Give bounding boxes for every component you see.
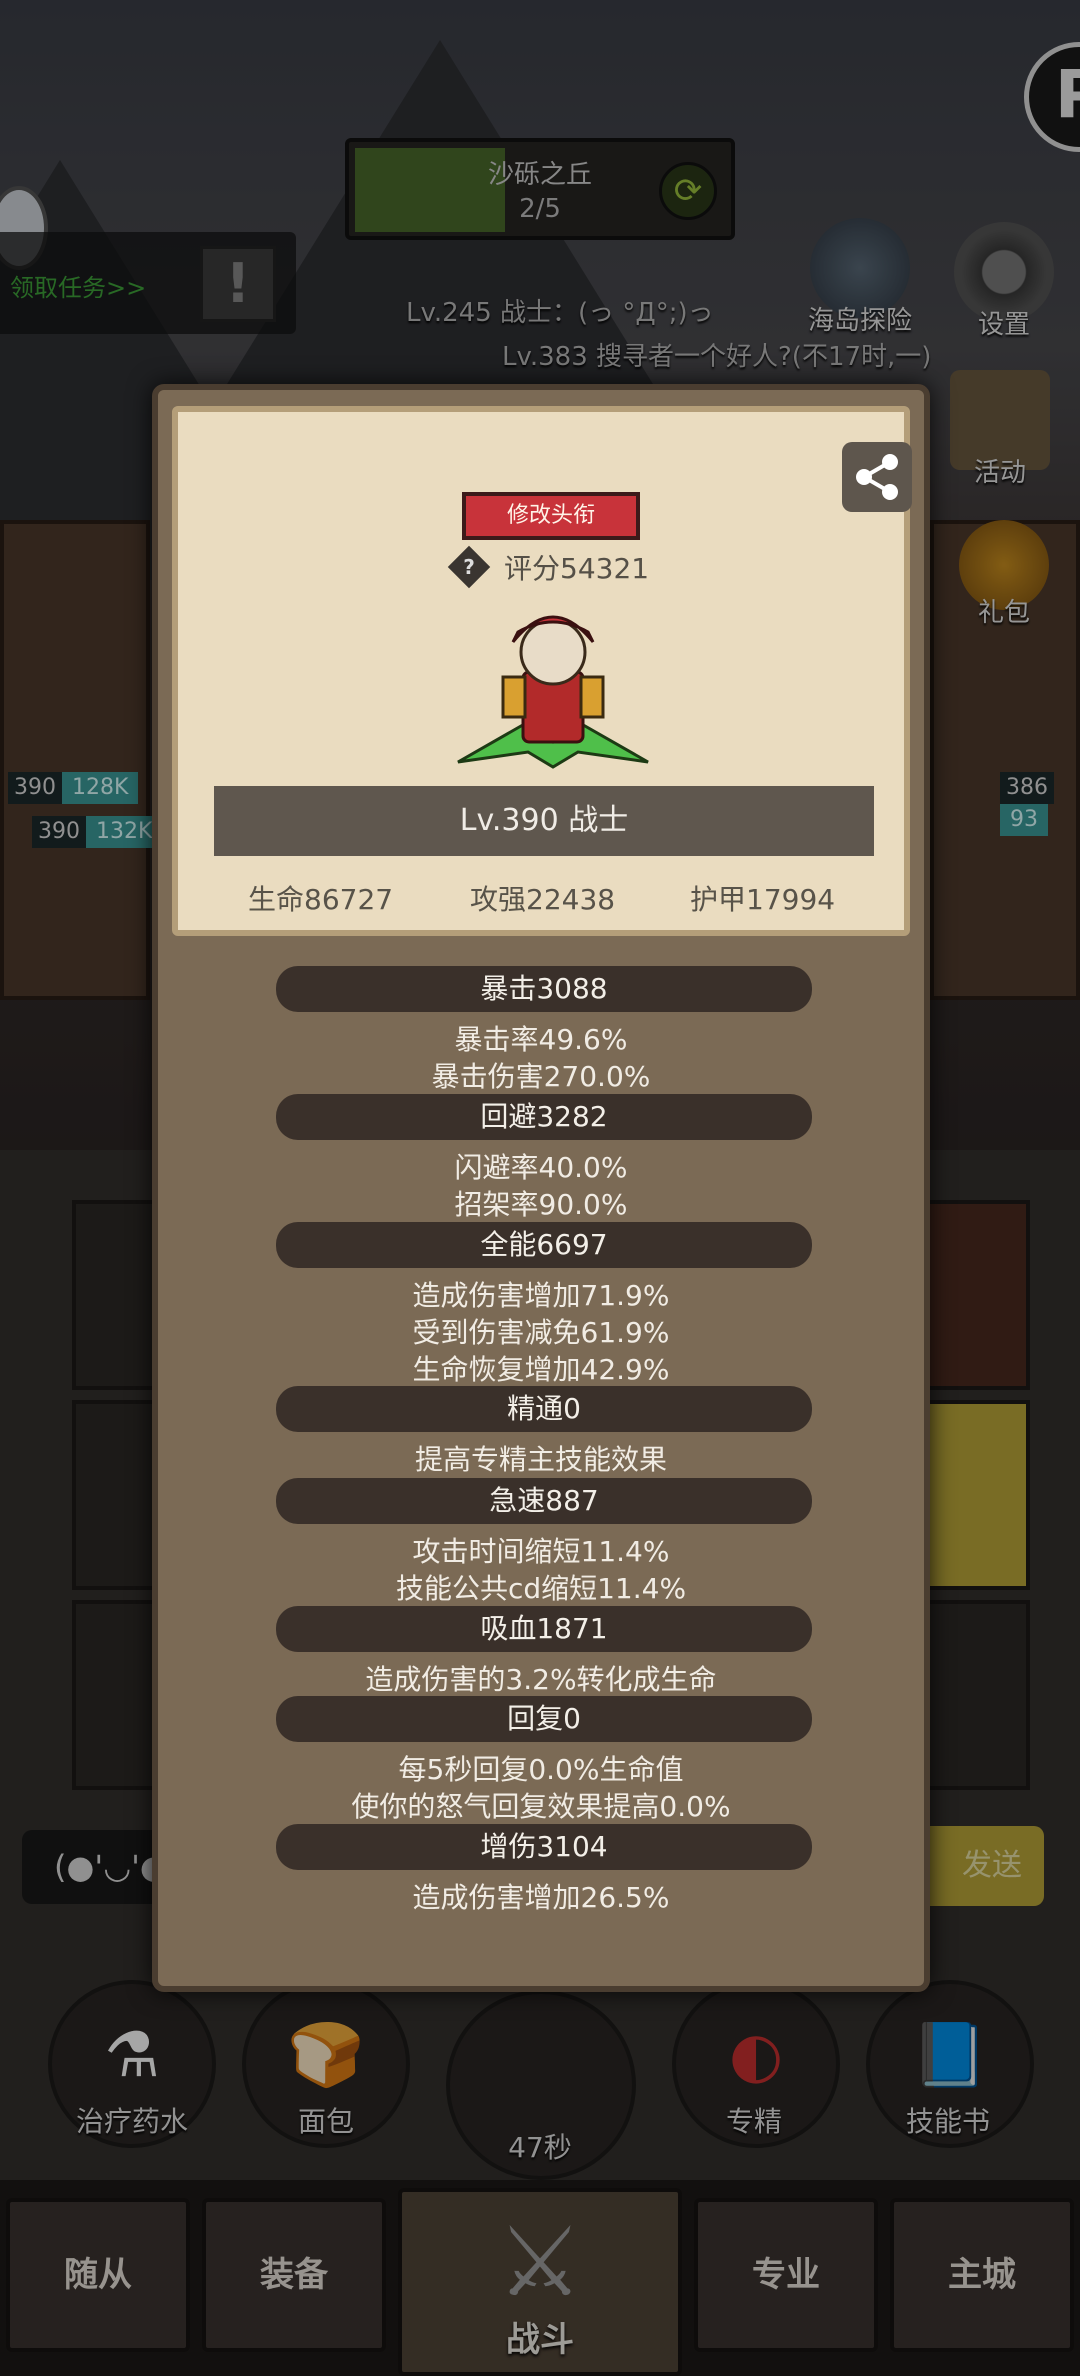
nav-tab-equipment[interactable]: 装备: [202, 2198, 386, 2352]
potion-label: 治疗药水: [75, 2105, 188, 2138]
potion-icon: ⚗: [104, 2018, 160, 2091]
attr-line: 提高专精主技能效果: [414, 1443, 667, 1476]
attr-lifesteal-header: 吸血1871: [276, 1606, 812, 1652]
hp-level: 390: [8, 772, 62, 804]
attr-line: 技能公共cd缩短11.4%: [395, 1572, 687, 1605]
attack-stat: 攻强22438: [470, 883, 616, 916]
settings-label: 设置: [977, 310, 1030, 340]
equipment-slot[interactable]: [920, 1600, 1030, 1790]
level-class-banner: Lv.390 战士: [214, 786, 874, 856]
hp-value: 93: [1000, 804, 1048, 836]
nav-tab-profession[interactable]: 专业: [694, 2198, 878, 2352]
hp-stat: 生命86727: [248, 883, 394, 916]
exclamation-icon[interactable]: !: [200, 246, 276, 322]
attr-haste-header: 急速887: [276, 1478, 812, 1524]
battle-log-line: Lv.245 战士：(っ °Д°;)っ: [406, 298, 714, 328]
hp-value: 128K: [62, 772, 139, 804]
help-icon[interactable]: ?: [447, 545, 491, 589]
spec-label: 专精: [725, 2105, 782, 2138]
bread-label: 面包: [297, 2105, 354, 2138]
share-icon: [856, 454, 898, 500]
enemy-hp-tag: 390 132K: [32, 816, 163, 848]
island-explore-button[interactable]: 海岛探险: [800, 218, 920, 337]
activity-button[interactable]: 活动: [940, 370, 1060, 489]
attr-damage-bonus-header: 增伤3104: [276, 1824, 812, 1870]
crossed-swords-icon: ⚔: [496, 2206, 584, 2318]
stage-progress: 沙砾之丘 2/5 ⟳: [345, 138, 735, 240]
attr-line: 受到伤害减免61.9%: [412, 1316, 670, 1349]
gift-button[interactable]: 礼包: [944, 520, 1064, 629]
attr-line: 生命恢复增加42.9%: [412, 1353, 670, 1386]
attr-line: 暴击伤害270.0%: [431, 1060, 651, 1093]
attr-line: 使你的怒气回复效果提高0.0%: [351, 1790, 731, 1823]
chest-timer: 47秒: [508, 2131, 572, 2164]
armor-stat: 护甲17994: [690, 883, 836, 916]
nav-tab-battle[interactable]: ⚔ 战斗: [398, 2188, 682, 2376]
left-tower: [0, 520, 150, 1000]
activity-label: 活动: [973, 458, 1026, 488]
settings-button[interactable]: 设置: [944, 222, 1064, 341]
share-button[interactable]: [842, 442, 912, 512]
nav-battle-label: 战斗: [506, 2320, 574, 2360]
bread-icon: 🍞: [287, 2018, 365, 2091]
attr-dodge-header: 回避3282: [276, 1094, 812, 1140]
gift-label: 礼包: [977, 598, 1030, 628]
attr-line: 招架率90.0%: [454, 1188, 628, 1221]
hp-level: 390: [32, 816, 86, 848]
quest-tab[interactable]: 领取任务>> !: [0, 232, 296, 334]
score-row: ? 评分54321: [447, 544, 650, 594]
attr-crit-header: 暴击3088: [276, 966, 812, 1012]
enemy-hp-tag: 390 128K: [8, 772, 139, 804]
attr-regen-header: 回复0: [276, 1696, 812, 1742]
attr-mastery-header: 精通0: [276, 1386, 812, 1432]
character-card: 修改头衔 ? 评分54321 Lv.390 战士 生命86727 攻强22438 …: [172, 406, 912, 936]
equipment-slot[interactable]: [920, 1400, 1030, 1590]
spec-icon: ◐: [728, 2018, 784, 2091]
equipment-slot[interactable]: [920, 1200, 1030, 1390]
book-icon: 📘: [911, 2018, 989, 2091]
attr-line: 闪避率40.0%: [454, 1151, 628, 1184]
hp-level: 386: [1000, 772, 1054, 804]
help-mark: ?: [463, 555, 475, 579]
refresh-icon[interactable]: ⟳: [659, 162, 717, 220]
attr-line: 造成伤害增加71.9%: [412, 1279, 670, 1312]
attr-line: 每5秒回复0.0%生命值: [398, 1753, 684, 1786]
attr-line: 造成伤害的3.2%转化成生命: [365, 1663, 717, 1696]
attr-line: 攻击时间缩短11.4%: [412, 1535, 670, 1568]
edit-title-button[interactable]: 修改头衔: [462, 492, 640, 540]
attr-line: 造成伤害增加26.5%: [412, 1881, 670, 1914]
battle-log-line: Lv.383 搜寻者一个好人?(不17时,一): [502, 342, 932, 372]
attr-versatility-header: 全能6697: [276, 1222, 812, 1268]
enemy-hp-tag: 38693: [1000, 772, 1080, 836]
skillbook-label: 技能书: [905, 2105, 990, 2138]
score-value: 评分54321: [504, 552, 650, 585]
chat-emoji-input[interactable]: (●'◡'●: [22, 1830, 172, 1904]
nav-tab-city[interactable]: 主城: [890, 2198, 1074, 2352]
island-explore-label: 海岛探险: [807, 306, 912, 336]
nav-tab-follower[interactable]: 随从: [6, 2198, 190, 2352]
character-stats-popup: 修改头衔 ? 评分54321 Lv.390 战士 生命86727 攻强22438 …: [152, 384, 930, 1992]
attr-line: 暴击率49.6%: [454, 1023, 628, 1056]
quest-label: 领取任务>>: [10, 274, 147, 302]
hp-value: 132K: [86, 816, 163, 848]
warrior-avatar: [457, 615, 649, 769]
